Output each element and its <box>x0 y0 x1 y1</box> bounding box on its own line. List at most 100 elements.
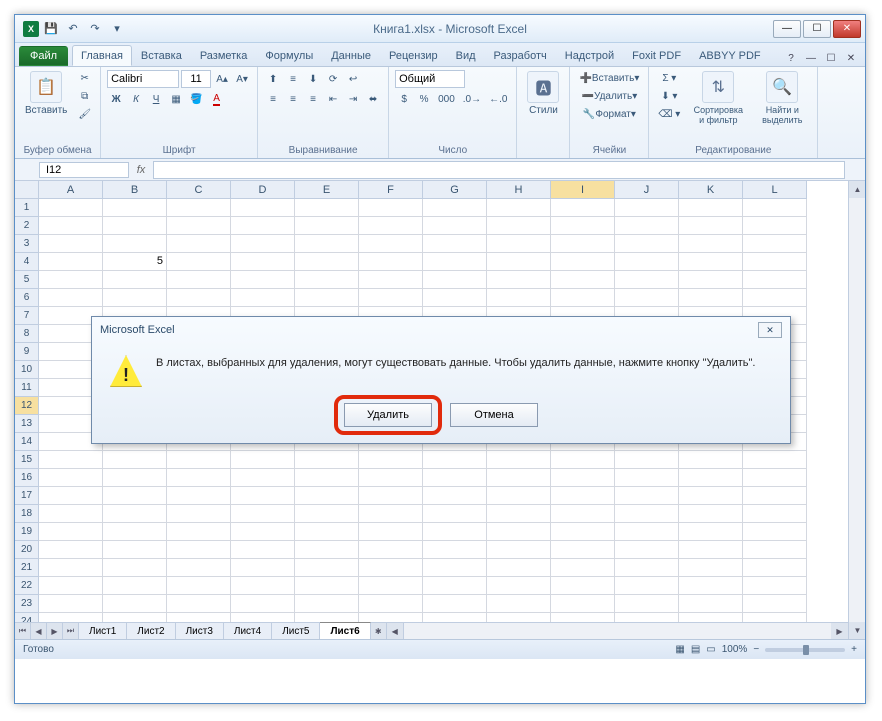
cell[interactable] <box>487 595 551 613</box>
cell[interactable] <box>743 235 807 253</box>
cell[interactable] <box>487 559 551 577</box>
row-header[interactable]: 12 <box>15 397 39 415</box>
font-color-button[interactable]: A <box>208 90 226 108</box>
cell[interactable] <box>231 577 295 595</box>
align-right-button[interactable]: ≡ <box>304 90 322 108</box>
column-header[interactable]: B <box>103 181 167 199</box>
cell[interactable] <box>551 235 615 253</box>
cell[interactable] <box>39 541 103 559</box>
cell[interactable] <box>167 595 231 613</box>
increase-font-button[interactable]: A▴ <box>213 70 231 88</box>
cell[interactable] <box>487 577 551 595</box>
cell[interactable] <box>487 271 551 289</box>
cell[interactable] <box>167 289 231 307</box>
cell[interactable] <box>679 451 743 469</box>
cell[interactable] <box>295 271 359 289</box>
autosum-button[interactable]: Σ ▾ <box>655 69 683 87</box>
cell[interactable] <box>679 217 743 235</box>
cell[interactable] <box>487 523 551 541</box>
row-header[interactable]: 17 <box>15 487 39 505</box>
cell[interactable] <box>295 577 359 595</box>
cell[interactable] <box>679 559 743 577</box>
find-select-button[interactable]: 🔍 Найти и выделить <box>753 69 811 127</box>
tab-foxit[interactable]: Foxit PDF <box>623 45 690 66</box>
name-box[interactable] <box>39 162 129 178</box>
row-header[interactable]: 13 <box>15 415 39 433</box>
cell[interactable] <box>551 595 615 613</box>
cell[interactable] <box>359 235 423 253</box>
increase-decimal-button[interactable]: .0→ <box>460 90 484 108</box>
row-header[interactable]: 22 <box>15 577 39 595</box>
cell[interactable] <box>423 577 487 595</box>
qat-dropdown-icon[interactable]: ▾ <box>107 19 127 39</box>
decrease-font-button[interactable]: A▾ <box>233 70 251 88</box>
cell[interactable] <box>295 595 359 613</box>
cell[interactable] <box>679 523 743 541</box>
align-bottom-button[interactable]: ⬇ <box>304 70 322 88</box>
row-header[interactable]: 3 <box>15 235 39 253</box>
cell[interactable] <box>167 451 231 469</box>
cell[interactable] <box>615 523 679 541</box>
cell[interactable] <box>743 469 807 487</box>
bold-button[interactable]: Ж <box>107 90 125 108</box>
cell[interactable] <box>679 271 743 289</box>
cell[interactable] <box>615 271 679 289</box>
cell[interactable] <box>103 505 167 523</box>
cell[interactable] <box>487 289 551 307</box>
cell[interactable] <box>423 253 487 271</box>
cell[interactable] <box>103 541 167 559</box>
cell[interactable] <box>615 505 679 523</box>
tab-insert[interactable]: Вставка <box>132 45 191 66</box>
cell[interactable] <box>167 523 231 541</box>
cell[interactable] <box>487 487 551 505</box>
scroll-down-button[interactable]: ▼ <box>849 622 865 639</box>
comma-button[interactable]: 000 <box>435 90 458 108</box>
new-sheet-button[interactable]: ✱ <box>371 623 387 640</box>
cell[interactable] <box>423 289 487 307</box>
cell[interactable] <box>295 469 359 487</box>
cell[interactable] <box>359 217 423 235</box>
border-button[interactable]: ▦ <box>167 90 185 108</box>
cell[interactable] <box>231 217 295 235</box>
row-header[interactable]: 8 <box>15 325 39 343</box>
cell[interactable] <box>487 451 551 469</box>
row-header[interactable]: 23 <box>15 595 39 613</box>
cell[interactable] <box>359 523 423 541</box>
cell[interactable] <box>679 253 743 271</box>
cell[interactable] <box>167 217 231 235</box>
currency-button[interactable]: $ <box>395 90 413 108</box>
tab-formulas[interactable]: Формулы <box>256 45 322 66</box>
close-button[interactable]: ✕ <box>833 20 861 38</box>
tab-home[interactable]: Главная <box>72 45 132 66</box>
cell[interactable] <box>167 469 231 487</box>
cell[interactable] <box>167 271 231 289</box>
cell[interactable] <box>551 253 615 271</box>
cell[interactable] <box>423 469 487 487</box>
help-button[interactable]: ? <box>781 50 801 66</box>
mdi-close[interactable]: ✕ <box>841 50 861 66</box>
scroll-left-button[interactable]: ◀ <box>387 623 404 640</box>
cell[interactable] <box>231 253 295 271</box>
cell[interactable] <box>39 199 103 217</box>
cell[interactable] <box>295 559 359 577</box>
mdi-restore[interactable]: ☐ <box>821 50 841 66</box>
cell[interactable] <box>295 217 359 235</box>
cell[interactable] <box>359 289 423 307</box>
cell[interactable] <box>103 235 167 253</box>
sort-filter-button[interactable]: ⇅ Сортировка и фильтр <box>687 69 749 127</box>
cell[interactable] <box>231 199 295 217</box>
merge-button[interactable]: ⬌ <box>364 90 382 108</box>
cell[interactable] <box>423 217 487 235</box>
cell[interactable] <box>423 505 487 523</box>
cell[interactable] <box>423 199 487 217</box>
cell[interactable] <box>295 505 359 523</box>
align-top-button[interactable]: ⬆ <box>264 70 282 88</box>
cell[interactable] <box>167 505 231 523</box>
cell[interactable] <box>359 577 423 595</box>
column-header[interactable]: E <box>295 181 359 199</box>
redo-button[interactable]: ↷ <box>85 19 105 39</box>
zoom-thumb[interactable] <box>803 645 809 655</box>
cell[interactable] <box>39 469 103 487</box>
cell[interactable] <box>231 487 295 505</box>
tab-data[interactable]: Данные <box>322 45 380 66</box>
